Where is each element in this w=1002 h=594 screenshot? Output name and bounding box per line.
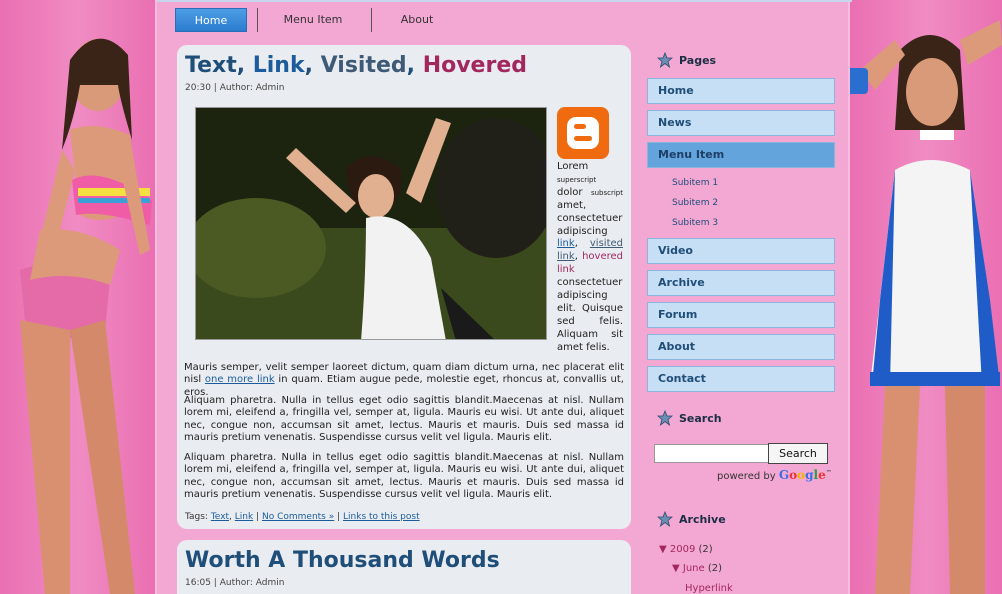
title-link[interactable]: Link [253,53,305,78]
search-widget-title: Search [657,410,722,426]
search-input[interactable] [654,444,769,463]
tag-link[interactable]: Text [211,512,229,522]
post-title[interactable]: Worth A Thousand Words [185,548,500,573]
tab-home[interactable]: Home [175,8,247,32]
sidebar-item-archive[interactable]: Archive [647,270,835,296]
title-hovered[interactable]: Hovered [423,53,527,78]
sidebar-subitem-1[interactable]: Subitem 1 [672,178,718,188]
one-more-link[interactable]: one more link [205,374,275,385]
post-tags: Tags: Text, Link | No Comments » | Links… [185,512,420,522]
post-meta: 16:05 | Author: Admin [185,578,285,588]
powered-by-google: powered by Google™ [717,468,832,482]
star-icon [657,410,673,426]
tab-separator [257,8,258,32]
model-figure-right [850,20,1002,594]
post-title: Text, Link, Visited, Hovered [185,53,527,78]
inline-link[interactable]: link [557,238,575,249]
archive-widget-title: Archive [657,511,726,527]
post-author: Author: Admin [219,578,285,588]
post-paragraph: Aliquam pharetra. Nulla in tellus eget o… [184,395,624,443]
search-button[interactable]: Search [768,443,828,464]
main-column: Home Menu Item About Text, Link, Visited… [155,0,852,594]
post-image [195,107,547,340]
archive-month[interactable]: ▼ June (2) [672,563,722,574]
sidebar-item-forum[interactable]: Forum [647,302,835,328]
post-paragraph: Aliquam pharetra. Nulla in tellus eget o… [184,452,624,500]
tab-separator [371,8,372,32]
post-card: Worth A Thousand Words 16:05 | Author: A… [177,540,631,594]
sidebar-item-news[interactable]: News [647,110,835,136]
comments-link[interactable]: No Comments » [262,512,334,522]
sidebar-item-menu-item[interactable]: Menu Item [647,142,835,168]
fitness-photo-icon [196,108,546,339]
tag-link[interactable]: Link [235,512,253,522]
post-paragraph: Mauris semper, velit semper laoreet dict… [184,362,624,398]
archive-post-link[interactable]: Hyperlink [685,583,733,594]
sidebar-subitem-3[interactable]: Subitem 3 [672,218,718,228]
sidebar-item-home[interactable]: Home [647,78,835,104]
pages-widget-title: Pages [657,52,716,68]
right-decoration [850,0,1002,594]
blogger-icon [557,107,609,159]
sidebar-item-contact[interactable]: Contact [647,366,835,392]
sidebar-subitem-2[interactable]: Subitem 2 [672,198,718,208]
sidebar-item-video[interactable]: Video [647,238,835,264]
left-decoration [0,0,155,594]
post-time: 16:05 [185,578,211,588]
post-time: 20:30 [185,83,211,93]
post-author: Author: Admin [219,83,285,93]
superscript-text: superscript [557,175,597,184]
tab-about[interactable]: About [389,8,445,32]
google-logo: Google [778,468,826,482]
post-card: Text, Link, Visited, Hovered 20:30 | Aut… [177,45,631,529]
archive-year[interactable]: ▼ 2009 (2) [659,544,713,555]
model-figure-left [20,38,152,594]
post-meta: 20:30 | Author: Admin [185,83,285,93]
sidebar-item-about[interactable]: About [647,334,835,360]
backlinks-link[interactable]: Links to this post [343,512,420,522]
top-navigation: Home Menu Item About [157,0,852,40]
side-text: Lorem superscript dolor subscript amet, … [557,161,623,353]
tab-menu-item[interactable]: Menu Item [275,8,351,32]
subscript-text: subscript [590,188,623,197]
title-text: Text [185,53,237,78]
star-icon [657,52,673,68]
star-icon [657,511,673,527]
title-visited[interactable]: Visited [321,53,407,78]
